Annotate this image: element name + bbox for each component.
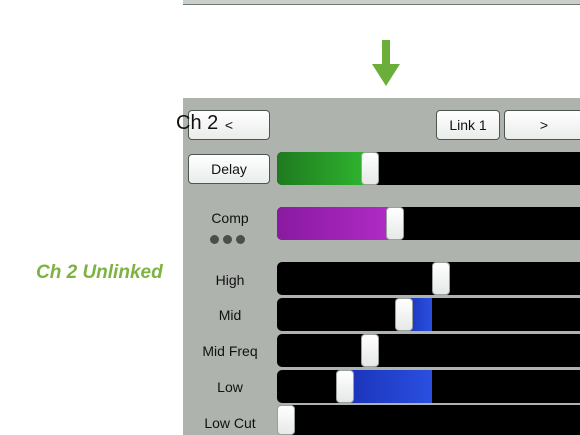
high-slider-thumb[interactable] <box>432 262 450 295</box>
caption-ch2-unlinked: Ch 2 Unlinked <box>36 262 163 283</box>
mid-freq-slider-track[interactable] <box>277 334 580 367</box>
low-slider-thumb[interactable] <box>335 370 354 403</box>
mid-freq-slider-thumb[interactable] <box>360 334 379 367</box>
eq-label-high: High <box>215 272 245 288</box>
high-slider-track[interactable] <box>277 262 580 295</box>
channel-title: Ch 2 <box>176 112 219 134</box>
mid-slider-track[interactable] <box>277 298 580 331</box>
low-cut-slider-thumb[interactable] <box>277 405 295 435</box>
mid-slider-thumb[interactable] <box>394 298 413 331</box>
delay-button[interactable]: Delay <box>188 154 270 184</box>
eq-label-low-cut: Low Cut <box>204 415 256 431</box>
comp-slider-thumb[interactable] <box>385 207 404 240</box>
eq-label-low: Low <box>217 379 243 395</box>
comp-label: Comp <box>211 210 249 226</box>
low-fill <box>344 370 432 403</box>
eq-label-mid: Mid <box>218 307 242 323</box>
next-channel-button[interactable]: > <box>504 110 580 140</box>
eq-label-mid-freq: Mid Freq <box>202 343 258 359</box>
down-arrow-icon <box>372 40 400 86</box>
low-slider-track[interactable] <box>277 370 580 403</box>
link-button[interactable]: Link 1 <box>436 110 500 140</box>
low-cut-slider-track[interactable] <box>277 405 580 435</box>
comp-slider-track[interactable] <box>277 207 580 240</box>
delay-slider-track[interactable] <box>277 152 580 185</box>
previous-screen-edge <box>183 0 580 5</box>
comp-fill <box>277 207 392 240</box>
delay-fill <box>277 152 367 185</box>
delay-slider-thumb[interactable] <box>360 152 379 185</box>
comp-more-icon[interactable] <box>210 231 252 244</box>
